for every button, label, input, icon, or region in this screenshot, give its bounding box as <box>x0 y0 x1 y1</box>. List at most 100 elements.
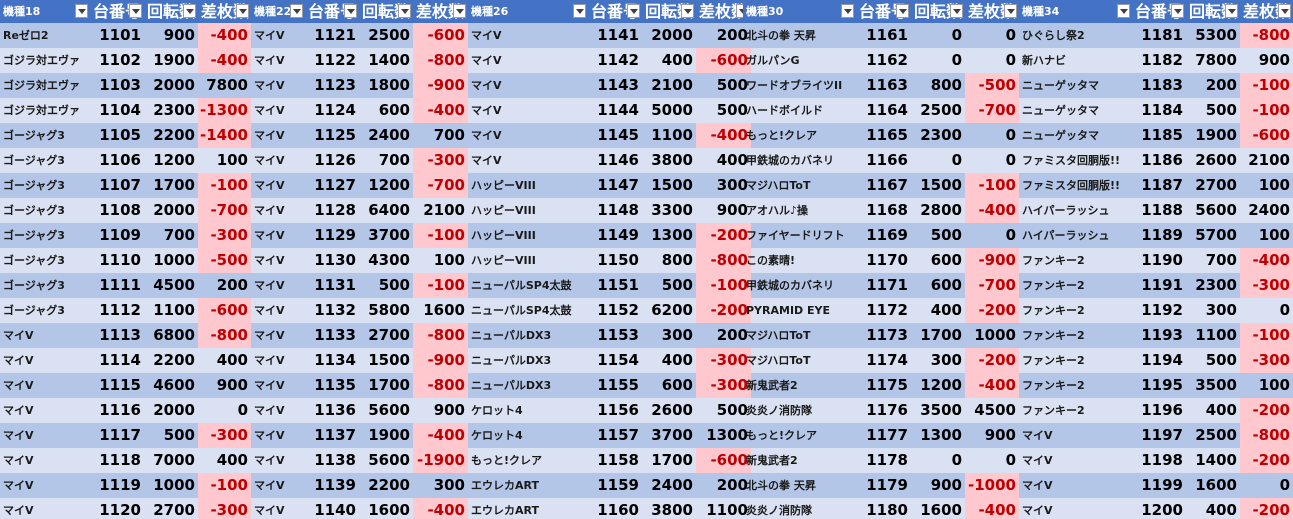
filter-dropdown-icon[interactable] <box>453 4 466 18</box>
cell-spins[interactable]: 2600 <box>642 398 696 423</box>
cell-model[interactable]: ファンキー2 <box>1019 398 1132 423</box>
filter-dropdown-icon[interactable] <box>841 4 854 18</box>
cell-spins[interactable]: 1400 <box>359 48 413 73</box>
cell-diff-count[interactable]: -300 <box>198 498 251 519</box>
cell-machine-number[interactable]: 1108 <box>90 198 144 223</box>
cell-spins[interactable]: 0 <box>911 48 965 73</box>
cell-machine-number[interactable]: 1102 <box>90 48 144 73</box>
cell-machine-number[interactable]: 1154 <box>588 348 642 373</box>
cell-diff-count[interactable]: -400 <box>965 498 1019 519</box>
cell-machine-number[interactable]: 1144 <box>588 98 642 123</box>
cell-model[interactable]: ハードボイルド <box>743 98 856 123</box>
cell-spins[interactable]: 1600 <box>1186 473 1240 498</box>
cell-model[interactable]: 甲鉄城のカバネリ <box>743 148 856 173</box>
cell-diff-count[interactable]: -100 <box>965 173 1019 198</box>
cell-spins[interactable]: 800 <box>642 248 696 273</box>
cell-spins[interactable]: 0 <box>911 148 965 173</box>
cell-diff-count[interactable]: -400 <box>413 423 468 448</box>
cell-model[interactable]: ゴージャグ3 <box>0 123 90 148</box>
cell-model[interactable]: マイV <box>0 348 90 373</box>
cell-spins[interactable]: 2300 <box>911 123 965 148</box>
cell-model[interactable]: ゴジラ対エヴァ <box>0 98 90 123</box>
cell-model[interactable]: アオハル♪操 <box>743 198 856 223</box>
cell-machine-number[interactable]: 1146 <box>588 148 642 173</box>
cell-spins[interactable]: 1600 <box>911 498 965 519</box>
cell-spins[interactable]: 500 <box>359 273 413 298</box>
cell-model[interactable]: マイV <box>1019 448 1132 473</box>
cell-model[interactable]: マイV <box>1019 498 1132 519</box>
cell-diff-count[interactable]: -800 <box>413 323 468 348</box>
cell-model[interactable]: ガルパンG <box>743 48 856 73</box>
cell-machine-number[interactable]: 1192 <box>1132 298 1186 323</box>
cell-spins[interactable]: 800 <box>911 73 965 98</box>
cell-model[interactable]: マイV <box>251 98 305 123</box>
cell-spins[interactable]: 2700 <box>144 498 198 519</box>
cell-machine-number[interactable]: 1126 <box>305 148 359 173</box>
cell-diff-count[interactable]: -900 <box>413 348 468 373</box>
cell-model[interactable]: エウレカART <box>468 498 588 519</box>
cell-machine-number[interactable]: 1114 <box>90 348 144 373</box>
cell-model[interactable]: マイV <box>251 423 305 448</box>
cell-machine-number[interactable]: 1141 <box>588 23 642 48</box>
cell-model[interactable]: ハッピーVIII <box>468 223 588 248</box>
cell-model[interactable]: 新ハナビ <box>1019 48 1132 73</box>
cell-spins[interactable]: 600 <box>359 98 413 123</box>
cell-spins[interactable]: 2200 <box>144 123 198 148</box>
cell-machine-number[interactable]: 1143 <box>588 73 642 98</box>
cell-model[interactable]: もっと!クレア <box>468 448 588 473</box>
cell-machine-number[interactable]: 1196 <box>1132 398 1186 423</box>
cell-model[interactable]: ニューパルDX3 <box>468 348 588 373</box>
cell-machine-number[interactable]: 1130 <box>305 248 359 273</box>
cell-machine-number[interactable]: 1197 <box>1132 423 1186 448</box>
cell-diff-count[interactable]: -200 <box>1240 398 1293 423</box>
cell-diff-count[interactable]: 100 <box>1240 173 1293 198</box>
cell-model[interactable]: ゴージャグ3 <box>0 298 90 323</box>
cell-model[interactable]: ワードオブライツII <box>743 73 856 98</box>
cell-model[interactable]: ゴージャグ3 <box>0 173 90 198</box>
cell-model[interactable]: 北斗の拳 天昇 <box>743 23 856 48</box>
cell-machine-number[interactable]: 1123 <box>305 73 359 98</box>
cell-model[interactable]: マイV <box>251 398 305 423</box>
cell-spins[interactable]: 1100 <box>144 298 198 323</box>
cell-model[interactable]: ニューパルSP4太鼓 <box>468 298 588 323</box>
cell-spins[interactable]: 400 <box>911 298 965 323</box>
cell-diff-count[interactable]: -100 <box>413 273 468 298</box>
cell-spins[interactable]: 1500 <box>911 173 965 198</box>
cell-spins[interactable]: 400 <box>1186 498 1240 519</box>
cell-model[interactable]: マイV <box>0 373 90 398</box>
cell-machine-number[interactable]: 1104 <box>90 98 144 123</box>
cell-machine-number[interactable]: 1122 <box>305 48 359 73</box>
cell-model[interactable]: ニューゲッタマ <box>1019 123 1132 148</box>
cell-model[interactable]: ケロット4 <box>468 398 588 423</box>
cell-model[interactable]: マイV <box>468 73 588 98</box>
cell-model[interactable]: マイV <box>468 98 588 123</box>
cell-machine-number[interactable]: 1153 <box>588 323 642 348</box>
cell-diff-count[interactable]: -200 <box>965 298 1019 323</box>
cell-diff-count[interactable]: 0 <box>965 23 1019 48</box>
cell-spins[interactable]: 2700 <box>359 323 413 348</box>
cell-machine-number[interactable]: 1135 <box>305 373 359 398</box>
cell-spins[interactable]: 300 <box>642 323 696 348</box>
cell-model[interactable]: 炎炎ノ消防隊 <box>743 498 856 519</box>
cell-model[interactable]: ファミスタ回胴版!! <box>1019 173 1132 198</box>
cell-spins[interactable]: 600 <box>911 273 965 298</box>
cell-diff-count[interactable]: -1900 <box>413 448 468 473</box>
cell-machine-number[interactable]: 1133 <box>305 323 359 348</box>
cell-diff-count[interactable]: 400 <box>198 348 251 373</box>
cell-machine-number[interactable]: 1184 <box>1132 98 1186 123</box>
cell-spins[interactable]: 1600 <box>359 498 413 519</box>
cell-spins[interactable]: 2500 <box>1186 423 1240 448</box>
cell-model[interactable]: マイV <box>251 323 305 348</box>
cell-model[interactable]: PYRAMID EYE <box>743 298 856 323</box>
cell-spins[interactable]: 2300 <box>1186 273 1240 298</box>
cell-machine-number[interactable]: 1164 <box>856 98 911 123</box>
cell-machine-number[interactable]: 1113 <box>90 323 144 348</box>
cell-diff-count[interactable]: -400 <box>198 23 251 48</box>
cell-spins[interactable]: 2400 <box>359 123 413 148</box>
cell-model[interactable]: マイV <box>468 123 588 148</box>
cell-diff-count[interactable]: -700 <box>965 273 1019 298</box>
cell-diff-count[interactable]: -100 <box>198 173 251 198</box>
cell-diff-count[interactable]: 100 <box>1240 373 1293 398</box>
cell-spins[interactable]: 1700 <box>359 373 413 398</box>
cell-machine-number[interactable]: 1107 <box>90 173 144 198</box>
